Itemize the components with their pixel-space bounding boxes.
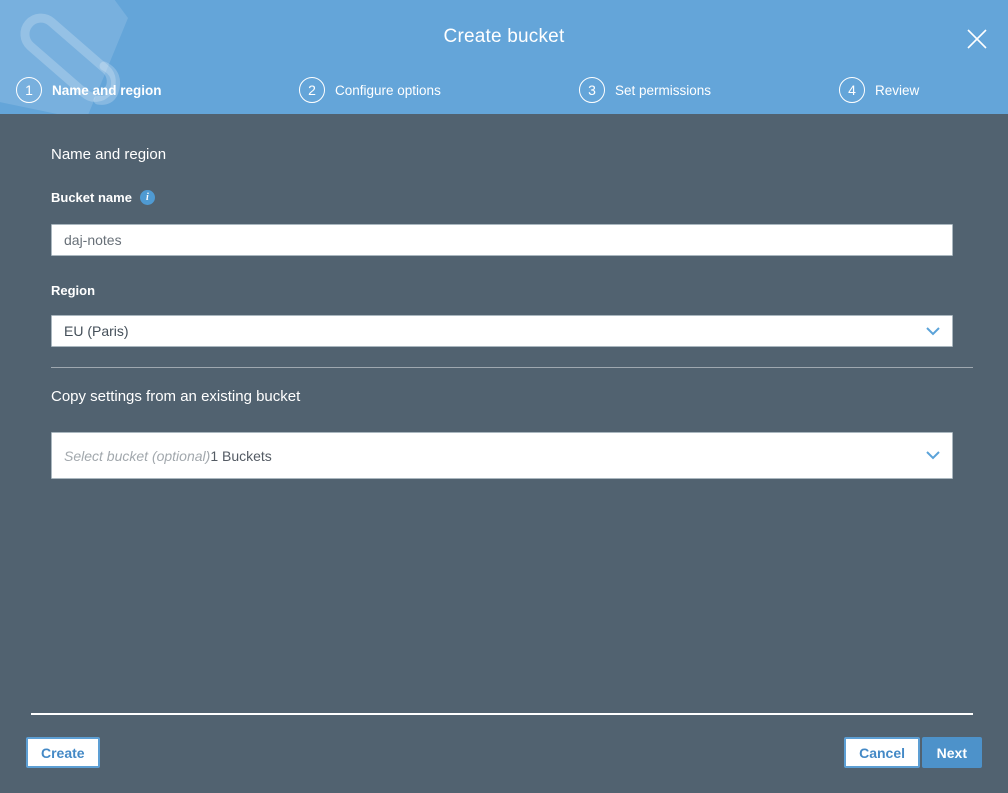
copy-settings-title: Copy settings from an existing bucket bbox=[51, 388, 301, 405]
create-bucket-dialog: Create bucket 1 Name and region 2 Config… bbox=[0, 0, 1008, 793]
footer-divider bbox=[31, 713, 973, 715]
dialog-header: Create bucket 1 Name and region 2 Config… bbox=[0, 0, 1008, 114]
region-select[interactable]: EU (Paris) bbox=[51, 315, 953, 347]
step-name-and-region[interactable]: 1 Name and region bbox=[16, 76, 162, 104]
step-label: Name and region bbox=[52, 82, 162, 98]
bucket-select-placeholder: Select bucket (optional) bbox=[64, 447, 211, 464]
step-number-badge: 2 bbox=[299, 77, 325, 103]
bucket-name-input[interactable] bbox=[51, 224, 953, 256]
chevron-down-icon bbox=[926, 326, 940, 336]
section-divider bbox=[51, 367, 973, 368]
step-set-permissions[interactable]: 3 Set permissions bbox=[579, 76, 711, 104]
create-button[interactable]: Create bbox=[26, 737, 100, 768]
step-label: Configure options bbox=[335, 82, 441, 98]
region-selected-value: EU (Paris) bbox=[64, 323, 129, 339]
step-number-badge: 1 bbox=[16, 77, 42, 103]
step-number-badge: 4 bbox=[839, 77, 865, 103]
close-icon[interactable] bbox=[964, 26, 990, 52]
cancel-button[interactable]: Cancel bbox=[844, 737, 920, 768]
next-button[interactable]: Next bbox=[921, 737, 982, 768]
copy-settings-bucket-select[interactable]: Select bucket (optional) 1 Buckets bbox=[51, 432, 953, 479]
chevron-down-icon bbox=[926, 451, 940, 460]
step-configure-options[interactable]: 2 Configure options bbox=[299, 76, 441, 104]
page-title: Create bucket bbox=[443, 26, 565, 47]
step-number-badge: 3 bbox=[579, 77, 605, 103]
step-label: Review bbox=[875, 82, 920, 98]
region-label: Region bbox=[51, 283, 96, 298]
info-icon[interactable]: i bbox=[139, 190, 155, 205]
step-review[interactable]: 4 Review bbox=[839, 76, 919, 104]
step-label: Set permissions bbox=[615, 82, 712, 98]
bucket-name-label: Bucket name i bbox=[51, 190, 155, 205]
bucket-count-text: 1 Buckets bbox=[210, 447, 272, 464]
section-title-name-and-region: Name and region bbox=[51, 146, 167, 163]
